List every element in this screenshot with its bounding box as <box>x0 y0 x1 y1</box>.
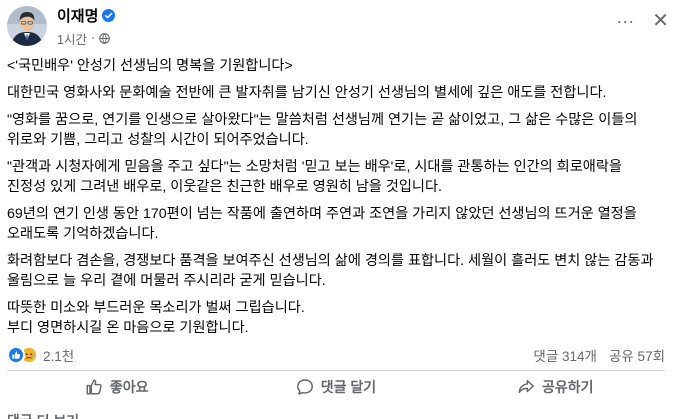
like-button-label: 좋아요 <box>109 379 149 395</box>
engagement-counts: 댓글 314개 공유 57회 <box>533 345 665 365</box>
post-header: 이재명 1시간 · ··· ✕ <box>7 4 669 48</box>
avatar-portrait <box>7 6 47 46</box>
verified-badge-icon <box>102 8 116 22</box>
close-icon[interactable]: ✕ <box>652 11 669 31</box>
share-count[interactable]: 공유 57회 <box>609 345 665 365</box>
facebook-post: 이재명 1시간 · ··· ✕ <'국민배우' 안성기 선생님의 명복을 기원합… <box>0 0 679 419</box>
globe-icon[interactable] <box>99 32 110 44</box>
post-title-line: <'국민배우' 안성기 선생님의 명복을 기원합니다> <box>7 58 293 74</box>
comment-button-label: 댓글 달기 <box>320 379 377 395</box>
reaction-count[interactable]: 2.1천 <box>43 345 74 365</box>
post-meta: 이재명 1시간 · <box>57 5 116 48</box>
post-body: <'국민배우' 안성기 선생님의 명복을 기원합니다> 대한민국 영화사와 문화… <box>7 56 665 345</box>
comment-count[interactable]: 댓글 314개 <box>533 345 597 365</box>
divider <box>7 370 665 371</box>
separator-dot: · <box>90 31 96 45</box>
more-options-icon[interactable]: ··· <box>616 12 634 30</box>
post-stats: 2.1천 댓글 314개 공유 57회 <box>7 344 665 366</box>
share-button-label: 공유하기 <box>542 379 594 395</box>
more-comments-link[interactable]: 댓글 더 보기 <box>7 411 79 419</box>
post-paragraph: 화려함보다 겸손을, 경쟁보다 품격을 보여주신 선생님의 삶에 경의를 표합니… <box>7 253 654 289</box>
post-paragraph: "영화를 꿈으로, 연기를 인생으로 살아왔다"는 말씀처럼 선생님께 연기는 … <box>7 112 638 148</box>
like-button[interactable]: 좋아요 <box>7 372 226 402</box>
author-avatar[interactable] <box>7 6 47 46</box>
author-name[interactable]: 이재명 <box>57 5 98 26</box>
post-paragraph: "관객과 시청자에게 믿음을 주고 싶다"는 소망처럼 '믿고 보는 배우'로,… <box>7 159 622 195</box>
share-button[interactable]: 공유하기 <box>446 372 665 402</box>
post-timestamp[interactable]: 1시간 <box>57 29 87 48</box>
post-paragraph: 부디 영면하시길 온 마음으로 기원합니다. <box>7 320 249 336</box>
post-paragraph: 69년의 연기 인생 동안 170편이 넘는 작품에 출연하며 주연과 조연을 … <box>7 206 637 242</box>
post-action-bar: 좋아요 댓글 달기 공유하기 <box>7 372 665 402</box>
header-actions: ··· ✕ <box>616 11 669 31</box>
share-arrow-icon <box>517 378 535 396</box>
speech-bubble-icon <box>296 378 314 396</box>
post-paragraph: 따뜻한 미소와 부드러운 목소리가 벌써 그립습니다. <box>7 300 305 316</box>
comment-button[interactable]: 댓글 달기 <box>226 372 445 402</box>
post-subline: 1시간 · <box>57 29 115 48</box>
like-reaction-icon <box>7 346 25 364</box>
thumbs-up-icon <box>85 378 103 396</box>
author-row: 이재명 <box>57 5 116 26</box>
post-paragraph: 대한민국 영화사와 문화예술 전반에 큰 발자취를 남기신 안성기 선생님의 별… <box>7 85 607 101</box>
reaction-summary[interactable]: 2.1천 <box>7 345 74 365</box>
